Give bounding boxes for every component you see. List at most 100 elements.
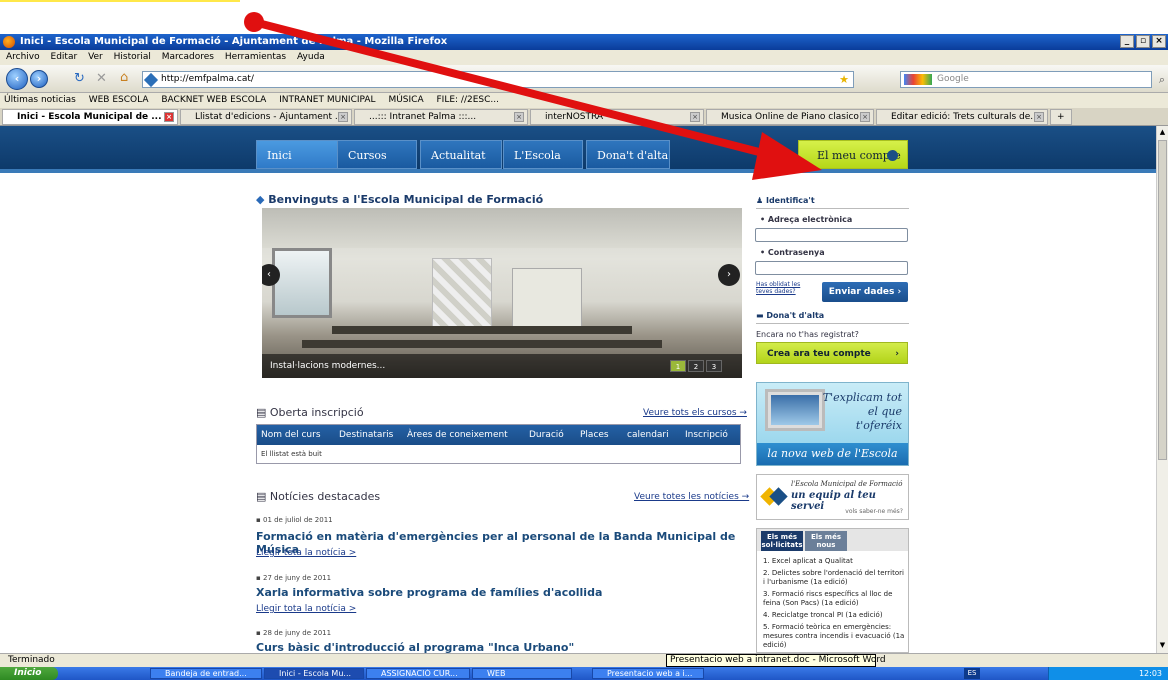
task-web[interactable]: WEB [472,668,572,679]
empty-list-text: El llistat està buit [261,450,322,458]
minimize-button[interactable]: _ [1120,35,1134,48]
close-tab-icon[interactable]: × [338,112,348,122]
promo-new-web[interactable]: T'explicam tot el que t'oferéix la nova … [756,382,909,466]
top-courses-box: Els més sol·licitats Els més nous 1. Exc… [756,528,909,653]
navigation-toolbar: ‹ › ↻ ✕ ⌂ http://emfpalma.cat/ ★ Google … [0,65,1168,93]
tab-internostra[interactable]: interNOSTRA × [530,109,704,125]
col-calendari: calendari [627,430,669,440]
news-title-link[interactable]: Curs bàsic d'introducció al programa "In… [256,641,746,653]
list-item[interactable]: 2. Delictes sobre l'ordenació del territ… [763,569,905,587]
home-icon[interactable]: ⌂ [120,70,128,85]
my-account-button[interactable]: El meu compte [798,140,908,169]
list-item[interactable]: 4. Reciclatge troncal PI (1a edició) [763,611,905,620]
task-inici[interactable]: Inici - Escola Mu... [264,668,364,679]
bookmark-ultimas-noticias[interactable]: Últimas noticias [4,95,76,105]
maximize-button[interactable]: ▫ [1136,35,1150,48]
bookmark-star-icon[interactable]: ★ [839,72,849,87]
menu-historial[interactable]: Historial [114,52,151,62]
search-icon[interactable]: ⌕ [1159,72,1165,87]
list-item[interactable]: 3. Formació riscs específics al lloc de … [763,590,905,608]
email-field[interactable] [755,228,908,242]
email-label: • Adreça electrònica [760,215,853,224]
browser-tabs: Inici - Escola Municipal de ... × Llistat… [0,108,1168,126]
slider-page-2[interactable]: 2 [688,360,704,372]
menu-herramientas[interactable]: Herramientas [225,52,286,62]
forgot-password-link[interactable]: Has oblidat les teves dades? [756,281,816,295]
promo-line1: l'Escola Municipal de Formació [791,480,903,488]
all-news-link[interactable]: Veure totes les notícies → [634,492,749,502]
system-tray: 12:03 [1048,667,1168,680]
bookmark-web-escola[interactable]: WEB ESCOLA [89,95,149,105]
task-presentacio[interactable]: Presentacio web a i... [592,668,704,679]
read-more-link[interactable]: Llegir tota la notícia > [256,604,356,614]
send-data-button[interactable]: Enviar dades › [822,282,908,302]
bookmark-musica[interactable]: MÚSICA [388,95,423,105]
image-slider: ‹ › Instal·lacions modernes... 1 2 3 [262,208,742,378]
news-title-link[interactable]: Xarla informativa sobre programa de famí… [256,586,746,599]
menu-ayuda[interactable]: Ayuda [297,52,325,62]
tab-intranet[interactable]: ...::: Intranet Palma :::... × [354,109,528,125]
list-item[interactable]: 5. Formació teòrica en emergències: mesu… [763,623,905,650]
menu-editar[interactable]: Editar [51,52,78,62]
site-tab-dona-alta[interactable]: Dona't d'alta [586,140,670,169]
reload-icon[interactable]: ↻ [74,71,85,86]
bookmark-intranet[interactable]: INTRANET MUNICIPAL [279,95,375,105]
language-indicator[interactable]: ES [964,668,980,679]
scroll-up-icon[interactable]: ▲ [1158,128,1167,138]
address-bar[interactable]: http://emfpalma.cat/ ★ [142,71,854,88]
slider-page-1[interactable]: 1 [670,360,686,372]
menubar: Archivo Editar Ver Historial Marcadores … [0,50,1168,65]
site-tab-inici[interactable]: Inici [256,140,338,169]
scroll-thumb[interactable] [1158,140,1167,460]
close-tab-icon[interactable]: × [164,112,174,122]
tab-newest[interactable]: Els més nous [805,531,847,551]
close-button[interactable]: × [1152,35,1166,48]
forward-icon[interactable]: › [30,70,48,88]
list-icon: ▤ [256,490,270,503]
slider-next-icon[interactable]: › [718,264,740,286]
tab-musica[interactable]: Musica Online de Piano clasico ... × [706,109,874,125]
tab-editar[interactable]: Editar edició: Trets culturals de... × [876,109,1048,125]
slider-page-3[interactable]: 3 [706,360,722,372]
scroll-down-icon[interactable]: ▼ [1158,641,1167,651]
close-tab-icon[interactable]: × [514,112,524,122]
bookmark-file[interactable]: FILE: //2ESC... [436,95,498,105]
start-button[interactable]: Inicio [0,667,58,680]
col-destinataris: Destinataris [339,430,394,440]
vertical-scrollbar[interactable]: ▲ ▼ [1156,126,1168,653]
all-courses-link[interactable]: Veure tots els cursos → [643,408,747,418]
task-assignacio[interactable]: ASSIGNACIÓ CUR... [366,668,470,679]
user-icon: ♟ [756,196,766,205]
col-arees: Àrees de coneixement [407,430,508,440]
email-label-text: Adreça electrònica [767,215,853,224]
top-courses-tabs: Els més sol·licitats Els més nous [757,529,908,551]
list-item[interactable]: 1. Excel aplicat a Qualitat [763,557,905,566]
promo-team[interactable]: l'Escola Municipal de Formació un equip … [756,474,909,520]
slide-desk [332,326,632,334]
password-field[interactable] [755,261,908,275]
tab-most-requested[interactable]: Els més sol·licitats [761,531,803,551]
menu-archivo[interactable]: Archivo [6,52,40,62]
menu-marcadores[interactable]: Marcadores [162,52,214,62]
tab-llistat[interactable]: Llistat d'edicions - Ajuntament ... × [180,109,352,125]
read-more-link[interactable]: Llegir tota la notícia > [256,548,356,558]
site-tab-escola[interactable]: L'Escola [503,140,583,169]
close-tab-icon[interactable]: × [690,112,700,122]
site-tab-cursos[interactable]: Cursos [337,140,417,169]
bookmark-backnet[interactable]: BACKNET WEB ESCOLA [161,95,266,105]
close-tab-icon[interactable]: × [860,112,870,122]
news-date-text: 27 de juny de 2011 [262,574,332,582]
create-account-button[interactable]: Crea ara teu compte › [756,342,908,364]
back-icon[interactable]: ‹ [6,68,28,90]
task-bandeja[interactable]: Bandeja de entrad... [150,668,262,679]
search-box[interactable]: Google ⌕ [900,71,1165,88]
google-engine-icon[interactable] [904,74,932,85]
new-tab-button[interactable]: + [1050,109,1072,125]
login-heading-text: Identifica't [765,196,815,205]
news-date: ▪ 28 de juny de 2011 [256,629,332,637]
site-tab-actualitat[interactable]: Actualitat [420,140,502,169]
menu-ver[interactable]: Ver [88,52,103,62]
close-tab-icon[interactable]: × [1034,112,1044,122]
stop-icon[interactable]: ✕ [96,71,107,86]
tab-inici[interactable]: Inici - Escola Municipal de ... × [2,109,178,125]
